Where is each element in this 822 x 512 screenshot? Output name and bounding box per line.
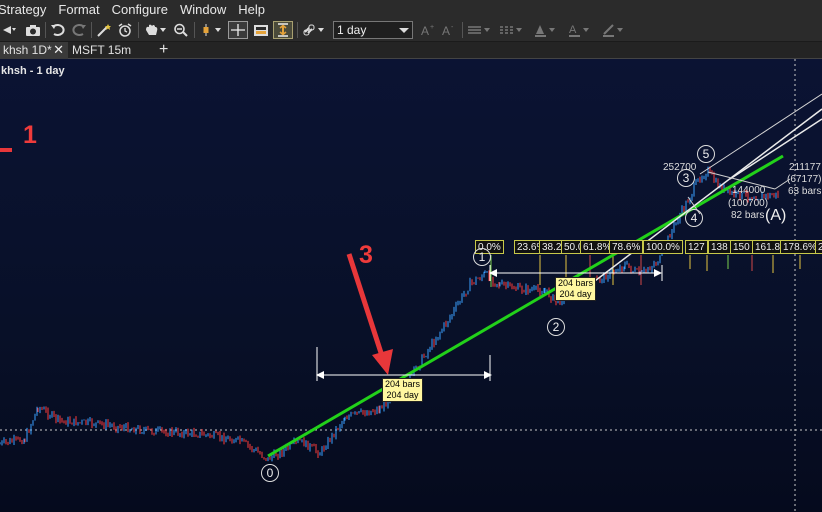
annotation-3: 3 xyxy=(359,241,373,269)
auto-scale-icon[interactable] xyxy=(273,21,293,39)
bar-count-label-2: 204 bars 204 day xyxy=(555,277,597,301)
svg-text:-: - xyxy=(451,24,454,31)
annotation-1: 1 xyxy=(23,121,37,149)
undo-icon[interactable] xyxy=(49,21,67,39)
price-label: 144000 xyxy=(732,185,766,196)
font-decrease-icon[interactable]: A- xyxy=(440,21,458,39)
price-label: 211177 xyxy=(789,162,821,173)
price-label: (67177) xyxy=(787,174,822,185)
menu-configure[interactable]: Configure xyxy=(112,2,182,17)
close-icon[interactable]: ✕ xyxy=(53,42,64,58)
price-label: (100700) xyxy=(728,198,769,209)
wave-label-4: 4 xyxy=(685,209,703,227)
tab-msft-label: MSFT 15m xyxy=(72,43,132,57)
menu-strategy[interactable]: Strategy xyxy=(0,2,60,17)
chart-canvas xyxy=(0,59,822,512)
interval-value: 1 day xyxy=(337,23,367,37)
tab-khsh-label: khsh 1D* xyxy=(3,43,52,57)
price-label: 82 bars xyxy=(731,210,765,221)
svg-text:A: A xyxy=(442,24,450,37)
line-weight-icon[interactable] xyxy=(466,21,492,39)
link-icon[interactable] xyxy=(301,21,327,39)
svg-text:A: A xyxy=(569,24,577,36)
fib-label: 2 xyxy=(815,240,822,254)
tab-msft[interactable]: MSFT 15m xyxy=(69,42,145,59)
price-label: 63 bars xyxy=(788,186,822,197)
wave-label-0: 0 xyxy=(261,464,279,482)
wave-label-2: 2 xyxy=(547,318,565,336)
chart-tab-bar: khsh 1D* ✕ MSFT 15m + xyxy=(0,42,822,59)
menu-help[interactable]: Help xyxy=(238,2,279,17)
bar-count-label-1: 204 bars 204 day xyxy=(382,378,424,402)
hand-pan-icon[interactable] xyxy=(142,21,168,39)
fib-label: 78.6% xyxy=(609,240,644,254)
menu-bar: Strategy Format Configure Window Help xyxy=(0,0,822,18)
svg-text:A: A xyxy=(421,24,429,37)
line-style-icon[interactable] xyxy=(498,21,524,39)
wave-label-5: 5 xyxy=(697,145,715,163)
chart-title: khsh - 1 day xyxy=(1,65,65,77)
price-label: 252700 xyxy=(663,162,697,173)
toolbar: 1 day A + A- A xyxy=(0,18,822,42)
chevron-down-icon xyxy=(399,28,409,33)
fill-color-icon[interactable] xyxy=(532,21,558,39)
zoom-out-icon[interactable] xyxy=(172,21,190,39)
fib-label: 161.8 xyxy=(752,240,784,254)
pointer-icon[interactable] xyxy=(0,21,18,39)
camera-icon[interactable] xyxy=(24,21,42,39)
wave-label-1: 1 xyxy=(473,248,491,266)
price-series xyxy=(0,166,779,462)
data-window-icon[interactable] xyxy=(252,21,270,39)
wave-label-a: (A) xyxy=(765,207,787,224)
menu-window[interactable]: Window xyxy=(180,2,240,17)
menu-format[interactable]: Format xyxy=(58,2,113,17)
interval-select[interactable]: 1 day xyxy=(333,21,413,39)
alarm-clock-icon[interactable] xyxy=(116,21,134,39)
fib-label: 178.6% xyxy=(780,240,820,254)
chart-area[interactable]: khsh - 1 day 1 3 0.0% 23.6% 38.2% 50.0% … xyxy=(0,59,822,512)
text-color-icon[interactable]: A xyxy=(566,21,592,39)
font-increase-icon[interactable]: A + xyxy=(419,21,437,39)
fib-label: 100.0% xyxy=(643,240,683,254)
magic-wand-icon[interactable] xyxy=(95,21,113,39)
fib-label: 127 xyxy=(685,240,708,254)
redo-icon[interactable] xyxy=(70,21,88,39)
add-tab-button[interactable]: + xyxy=(156,42,168,59)
svg-text:+: + xyxy=(430,24,434,31)
channel-line-lower xyxy=(574,108,822,297)
fib-label: 138 xyxy=(708,240,731,254)
tab-khsh[interactable]: khsh 1D* ✕ xyxy=(0,42,68,59)
crosshair-icon[interactable] xyxy=(228,21,248,39)
fib-label: 150 xyxy=(730,240,753,254)
candlestick-icon[interactable] xyxy=(198,21,224,39)
line-color-icon[interactable] xyxy=(600,21,626,39)
trend-line xyxy=(267,154,784,458)
